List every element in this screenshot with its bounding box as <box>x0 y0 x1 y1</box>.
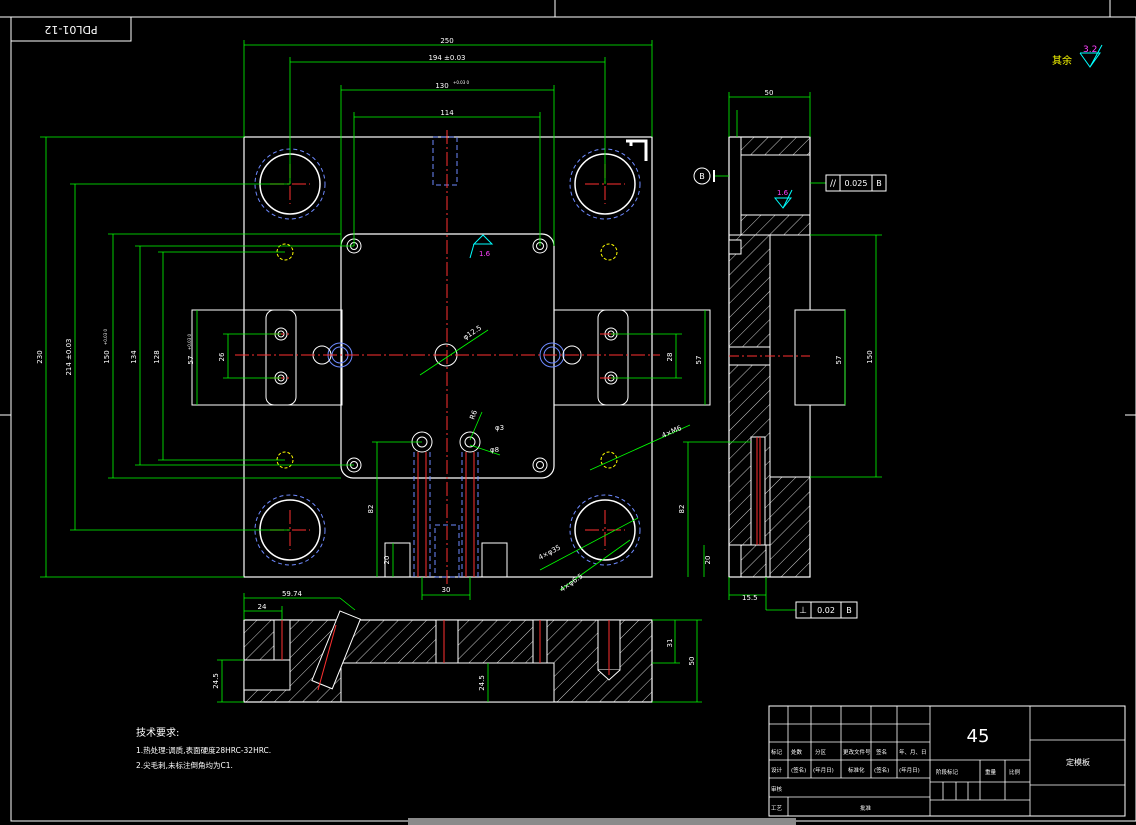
title-block: 标记 处数 分区 更改文件号 签名 年、月、日 设计 (签名) (年月日) 标准… <box>768 705 1126 817</box>
perpendicularity-tolerance-frame: ⊥ 0.02 B <box>795 601 858 619</box>
dim-holes-b: 4×φ6.5 <box>559 572 585 594</box>
side-dim-150: 150 <box>866 350 874 363</box>
datum-b: B <box>693 167 715 185</box>
parallelism-value: 0.025 <box>845 179 868 188</box>
dim-82: 82 <box>367 505 375 514</box>
dim-30: 30 <box>442 586 451 594</box>
roughness-center-value: 1.6 <box>479 250 491 258</box>
drawing-code: PDL01-12 <box>44 23 97 36</box>
tb-r3-1: 处数 <box>791 748 803 756</box>
tb-r3-5: 年、月、日 <box>899 748 927 756</box>
tb-r3-0: 标记 <box>771 748 783 756</box>
tb-weight: 重量 <box>985 768 997 776</box>
tb-r4-4: (签名) <box>874 766 889 774</box>
plate-outline <box>243 136 653 578</box>
cad-drawing-canvas: PDL01-12 其余 3.2 250 194 ±0.03 130 +0.03 … <box>0 0 1136 825</box>
tb-r4-5: (年月日) <box>899 766 920 774</box>
horizontal-scrollbar[interactable] <box>408 818 796 825</box>
tb-r3-2: 分区 <box>815 748 827 756</box>
tb-stage: 阶段标记 <box>936 768 959 776</box>
side-dim-15: 15.5 <box>742 594 758 602</box>
right-slider-block <box>597 309 629 406</box>
roughness-symbol-center: 1.6 <box>469 234 494 259</box>
part-name: 定模板 <box>1066 757 1090 767</box>
sec-dim-245b: 24.5 <box>478 675 486 691</box>
center-lines <box>235 130 660 585</box>
hidden-lines <box>413 136 479 578</box>
dim-holes35: 4×φ35 <box>537 544 562 562</box>
side-dim-50: 50 <box>765 89 774 97</box>
tb-r5-0: 审核 <box>771 785 783 793</box>
tb-r6-1: 批准 <box>860 804 872 812</box>
tb-r4-2: (年月日) <box>813 766 834 774</box>
side-view: 50 150 57 82 20 15.5 1.6 B // 0.025 B ⊥ … <box>678 89 887 619</box>
drawing-code-box: PDL01-12 <box>10 16 132 42</box>
tb-r3-3: 更改文件号 <box>843 748 871 756</box>
dim-57: 57 <box>187 356 195 365</box>
dim-130-tol: +0.03 0 <box>453 80 470 85</box>
technical-requirements: 技术要求: 1.热处理:调质,表面硬度28HRC-32HRC. 2.尖毛刺,未标… <box>136 726 271 770</box>
tb-r4-1: (签名) <box>791 766 806 774</box>
tb-r6-0: 工艺 <box>771 805 783 812</box>
roughness-other-label: 其余 <box>1052 54 1072 67</box>
dim-150-tol: +0.03 0 <box>103 328 108 345</box>
dim-128: 128 <box>153 350 161 363</box>
red-channels <box>417 452 475 577</box>
tb-scale: 比例 <box>1009 768 1021 776</box>
datum-b-label: B <box>699 172 705 181</box>
svg-text://: // <box>830 179 837 189</box>
side-dim-82: 82 <box>678 505 686 514</box>
tech-req-title: 技术要求: <box>136 726 179 739</box>
dim-230: 230 <box>36 350 44 363</box>
dim-194: 194 ±0.03 <box>428 54 465 62</box>
side-dim-20: 20 <box>704 556 712 565</box>
plan-view: 250 194 ±0.03 130 +0.03 0 114 230 214 ±0… <box>36 37 711 600</box>
dim-phi12: φ12.5 <box>462 324 483 342</box>
dim-r6: R6 <box>468 409 479 421</box>
dim-57-tol: +0.03 0 <box>187 333 192 350</box>
tb-r3-4: 签名 <box>876 748 887 756</box>
dim-114: 114 <box>440 109 454 117</box>
tb-r4-3: 标准化 <box>848 766 865 774</box>
dim-20: 20 <box>383 556 391 565</box>
sec-dim-245a: 24.5 <box>212 673 220 689</box>
sec-dim-24: 24 <box>258 603 267 611</box>
material: 45 <box>967 726 990 747</box>
dim-150: 150 <box>103 350 111 363</box>
perpendicularity-datum: B <box>846 606 852 615</box>
dim-214: 214 ±0.03 <box>65 338 73 375</box>
right-slot <box>553 309 711 406</box>
dim-26: 26 <box>218 352 226 361</box>
left-slider-block <box>265 309 297 406</box>
tech-req-line1: 1.热处理:调质,表面硬度28HRC-32HRC. <box>136 745 271 755</box>
sec-dim-50: 50 <box>688 657 696 666</box>
left-slot <box>191 309 343 406</box>
parallelism-tolerance-frame: // 0.025 B <box>825 174 887 192</box>
dim-134: 134 <box>130 350 138 364</box>
roughness-other-value: 3.2 <box>1083 45 1097 55</box>
dim-phi3: φ3 <box>495 424 504 432</box>
dim-130: 130 <box>435 82 448 90</box>
svg-text:⊥: ⊥ <box>799 606 807 616</box>
roughness-other: 其余 3.2 <box>1052 44 1103 68</box>
dim-250: 250 <box>440 37 453 45</box>
parallelism-datum: B <box>876 179 882 188</box>
tech-req-line2: 2.尖毛刺,未标注倒角均为C1. <box>136 760 233 770</box>
dim-28: 28 <box>666 353 674 362</box>
section-view: 59.74 24 31 50 24.5 24.5 <box>212 590 702 703</box>
dim-57-right: 57 <box>695 356 703 365</box>
perpendicularity-value: 0.02 <box>817 606 835 615</box>
sec-dim-31: 31 <box>666 639 674 648</box>
side-roughness-value: 1.6 <box>777 189 789 197</box>
dim-phi8: φ8 <box>490 446 499 454</box>
tb-r4-0: 设计 <box>771 766 783 774</box>
side-dim-57: 57 <box>835 356 843 365</box>
dim-thread: 4×M6 <box>661 424 684 440</box>
sec-dim-5974: 59.74 <box>282 590 303 598</box>
